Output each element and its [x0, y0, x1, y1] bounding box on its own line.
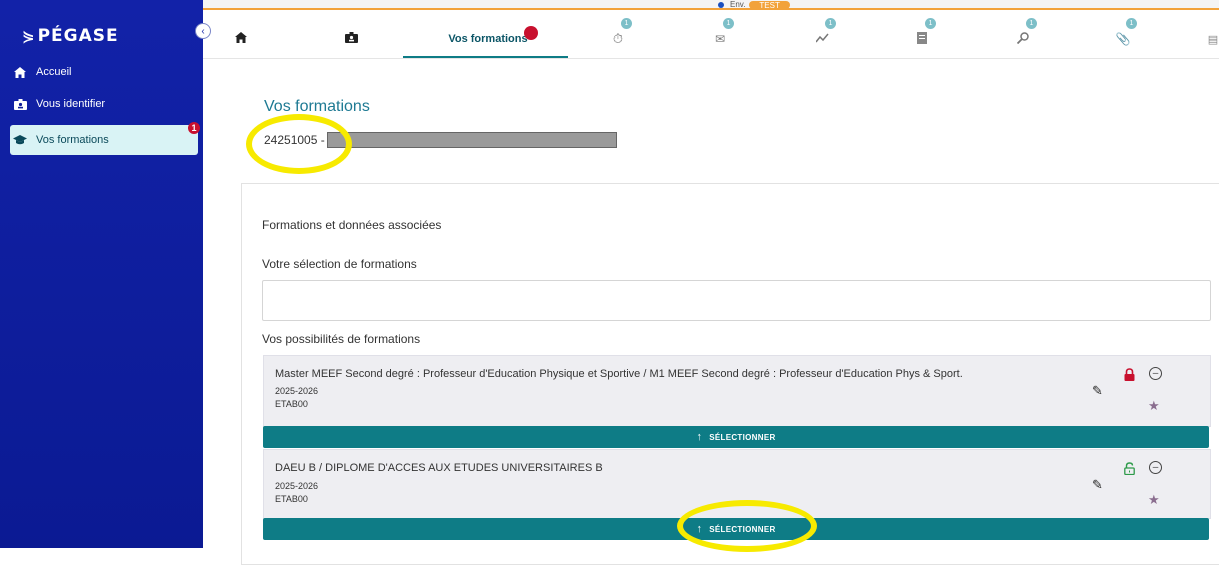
formation-name: Master MEEF Second degré : Professeur d'…: [275, 368, 963, 380]
chart-line-icon: [814, 33, 829, 46]
student-id: 24251005 -: [264, 133, 325, 147]
step-badge: 1: [925, 18, 936, 29]
page-title: Vos formations: [264, 98, 370, 115]
remove-circle-icon[interactable]: –: [1149, 461, 1162, 474]
id-card-icon: [344, 32, 358, 46]
tab-timer[interactable]: ⏱ 1: [606, 18, 632, 54]
section-title: Formations et données associées: [262, 218, 442, 232]
formation-year: 2025-2026: [275, 481, 319, 491]
mail-icon: ✉: [714, 32, 726, 46]
possibilities-label: Vos possibilités de formations: [262, 332, 421, 346]
tab-table[interactable]: ▤: [1207, 24, 1219, 54]
remove-circle-icon[interactable]: –: [1149, 367, 1162, 380]
selected-formations-dropzone[interactable]: [262, 280, 1211, 321]
sidebar-item-label: Accueil: [36, 66, 72, 78]
table-icon: ▤: [1207, 33, 1219, 46]
id-card-icon: [12, 98, 28, 110]
step-badge: 1: [825, 18, 836, 29]
edit-icon[interactable]: ✎: [1092, 477, 1103, 493]
select-button[interactable]: ↑ SÉLECTIONNER: [263, 426, 1209, 448]
arrow-up-icon: ↑: [696, 523, 703, 535]
tab-label: Vos formations: [448, 33, 528, 45]
formation-year: 2025-2026: [275, 386, 319, 396]
app-logo: ⋟ PÉGASE: [22, 26, 119, 46]
home-icon: [235, 32, 247, 46]
document-icon: [917, 31, 927, 47]
search-icon: [1016, 31, 1029, 47]
selection-label: Votre sélection de formations: [262, 257, 417, 271]
step-badge: 1: [1126, 18, 1137, 29]
step-badge: 1: [621, 18, 632, 29]
tab-attachments[interactable]: 📎 1: [1111, 18, 1137, 54]
home-icon: [12, 66, 28, 78]
tab-identification[interactable]: [341, 24, 361, 54]
tab-mail[interactable]: ✉ 1: [708, 18, 734, 54]
sidebar: ⋟ PÉGASE Accueil Vous identifier Vos form…: [0, 0, 203, 548]
favorite-star-icon[interactable]: ★: [1148, 398, 1160, 414]
sidebar-item-vous-identifier[interactable]: Vous identifier: [10, 90, 198, 118]
lock-open-icon[interactable]: [1124, 462, 1135, 478]
formation-etab: ETAB00: [275, 494, 308, 504]
select-button[interactable]: ↑ SÉLECTIONNER: [263, 518, 1209, 540]
formation-card: Master MEEF Second degré : Professeur d'…: [263, 355, 1211, 427]
sidebar-item-accueil[interactable]: Accueil: [10, 58, 198, 86]
tab-home[interactable]: [231, 24, 251, 54]
sidebar-item-label: Vos formations: [36, 134, 109, 146]
sidebar-collapse-button[interactable]: ‹: [195, 23, 211, 39]
student-id-line: 24251005 -: [264, 132, 617, 148]
arrow-up-icon: ↑: [696, 431, 703, 443]
redacted-name: [326, 132, 617, 148]
notification-badge: 1: [188, 122, 200, 134]
active-tab-indicator: [403, 56, 568, 58]
tab-chart[interactable]: 1: [810, 18, 836, 54]
sidebar-item-label: Vous identifier: [36, 98, 106, 110]
tab-status-dot: [524, 26, 538, 40]
tab-document[interactable]: 1: [910, 18, 936, 54]
step-badge: 1: [1026, 18, 1037, 29]
formation-card: DAEU B / DIPLOME D'ACCES AUX ETUDES UNIV…: [263, 449, 1211, 519]
graduation-cap-icon: [12, 135, 28, 145]
edit-icon[interactable]: ✎: [1092, 383, 1103, 399]
step-badge: 1: [723, 18, 734, 29]
timer-icon: ⏱: [612, 31, 624, 46]
formation-etab: ETAB00: [275, 399, 308, 409]
favorite-star-icon[interactable]: ★: [1148, 492, 1160, 508]
paperclip-icon: 📎: [1115, 32, 1131, 46]
lock-closed-icon[interactable]: [1124, 368, 1135, 384]
tab-bar: Vos formations ⏱ 1 ✉ 1 1 1 1 📎 1 ▤: [203, 10, 1219, 59]
sidebar-item-vos-formations[interactable]: Vos formations: [10, 125, 198, 155]
formation-name: DAEU B / DIPLOME D'ACCES AUX ETUDES UNIV…: [275, 462, 603, 474]
environment-indicator: Env. TEST: [718, 0, 790, 10]
environment-banner: [203, 0, 1219, 10]
env-badge: TEST: [749, 0, 790, 10]
tab-search[interactable]: 1: [1011, 18, 1037, 54]
